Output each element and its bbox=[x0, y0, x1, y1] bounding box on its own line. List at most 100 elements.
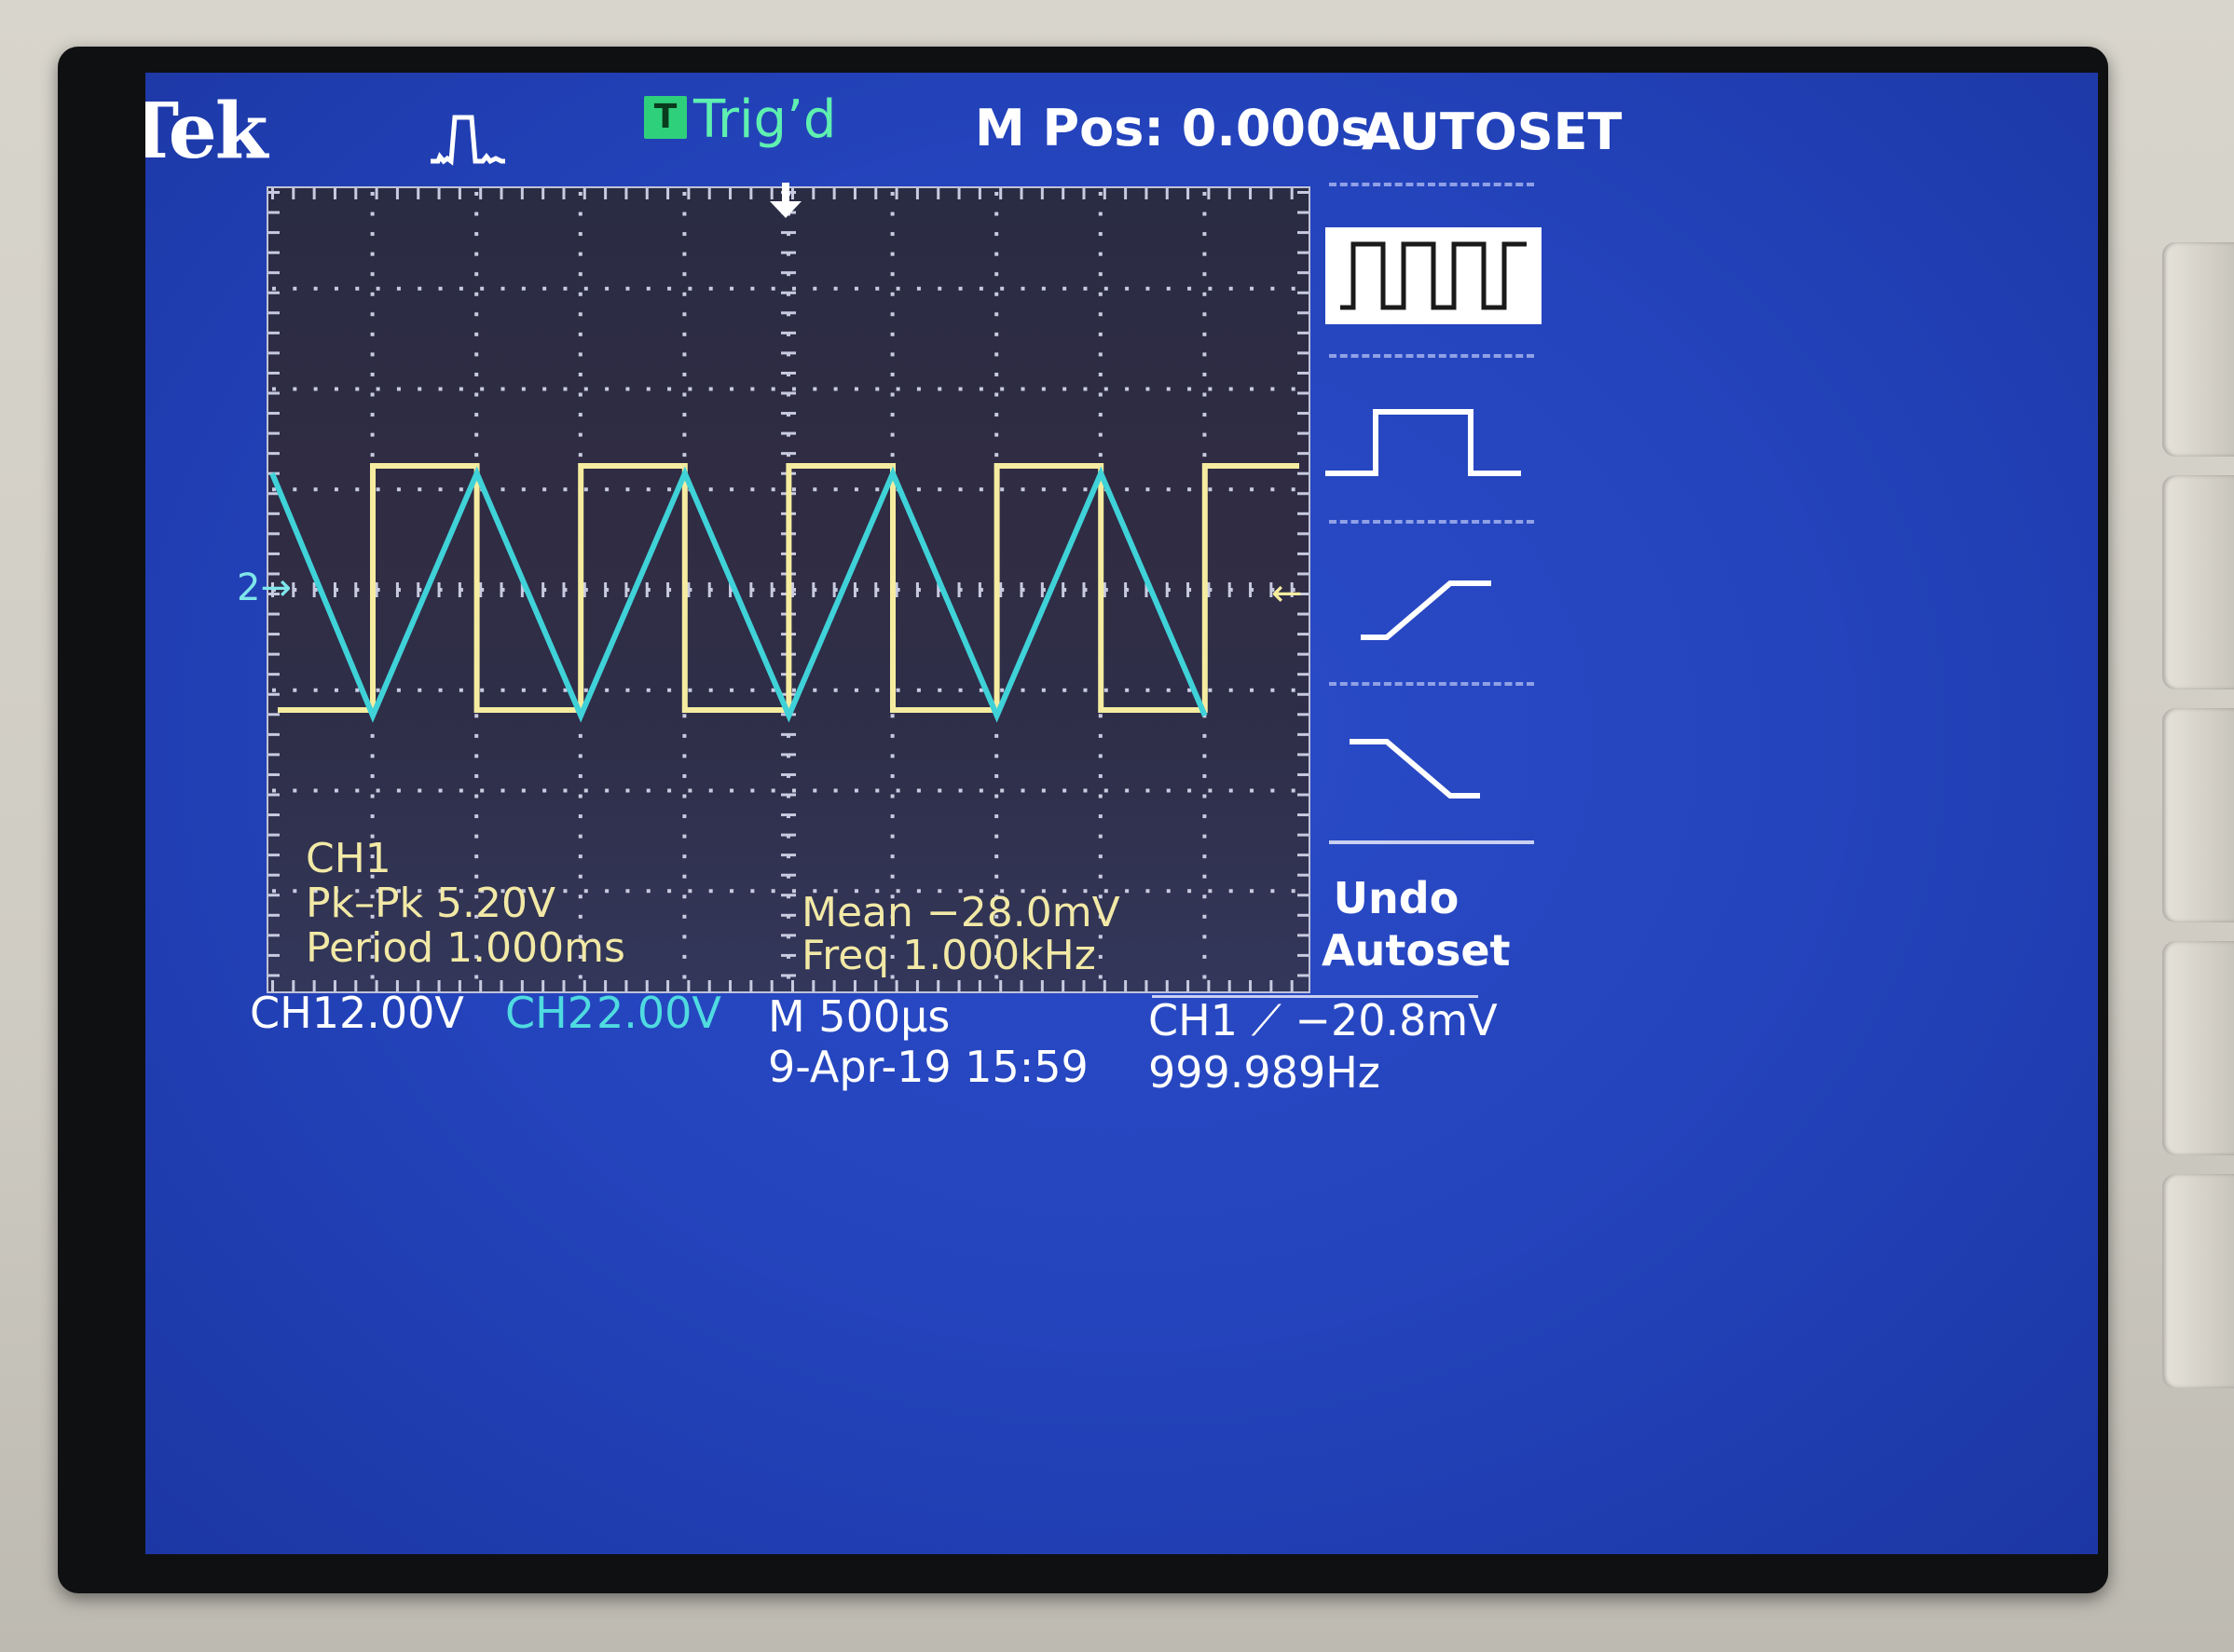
grid-dot bbox=[979, 286, 983, 291]
grid-dot bbox=[474, 413, 479, 417]
grid-dot bbox=[1208, 688, 1213, 692]
center-tick bbox=[781, 271, 796, 275]
border-tick bbox=[292, 188, 295, 199]
option-button-1[interactable] bbox=[2162, 242, 2234, 457]
multi-cycle-square-icon[interactable] bbox=[1325, 227, 1542, 324]
grid-dot bbox=[1098, 754, 1103, 758]
center-tick bbox=[417, 582, 420, 597]
grid-dot bbox=[1202, 894, 1207, 899]
grid-dot bbox=[272, 688, 276, 692]
grid-dot bbox=[1270, 788, 1275, 793]
border-tick bbox=[1297, 833, 1309, 837]
border-tick bbox=[1103, 980, 1106, 991]
border-tick bbox=[1297, 772, 1309, 776]
grid-dot bbox=[1250, 286, 1254, 291]
grid-dot bbox=[1098, 814, 1103, 819]
grid-dot bbox=[370, 794, 375, 799]
grid-dot bbox=[688, 889, 692, 894]
grid-dot bbox=[708, 487, 713, 492]
grid-dot bbox=[994, 834, 999, 839]
border-tick bbox=[978, 188, 981, 199]
grid-dot bbox=[1062, 487, 1067, 492]
grid-dot bbox=[890, 432, 895, 437]
single-pulse-icon[interactable] bbox=[1325, 404, 1521, 479]
border-tick bbox=[1297, 913, 1309, 917]
border-tick bbox=[791, 980, 794, 991]
center-tick bbox=[781, 873, 796, 877]
grid-dot bbox=[833, 286, 838, 291]
grid-dot bbox=[854, 688, 858, 692]
grid-dot bbox=[272, 387, 276, 391]
border-tick bbox=[957, 188, 961, 199]
border-tick bbox=[812, 980, 815, 991]
grid-dot bbox=[418, 487, 422, 492]
border-tick bbox=[479, 188, 483, 199]
rising-edge-icon[interactable] bbox=[1361, 578, 1491, 643]
grid-dot bbox=[1202, 834, 1207, 839]
trigger-readout: CH1 ⟋ −20.8mV bbox=[1148, 995, 1498, 1045]
border-tick bbox=[268, 391, 280, 395]
grid-dot bbox=[583, 286, 588, 291]
grid-dot bbox=[682, 453, 687, 457]
option-button-2[interactable] bbox=[2162, 475, 2234, 689]
grid-dot bbox=[521, 286, 526, 291]
border-tick bbox=[687, 188, 691, 199]
grid-dot bbox=[1098, 292, 1103, 296]
grid-dot bbox=[355, 688, 360, 692]
grid-dot bbox=[334, 688, 338, 692]
grid-dot bbox=[563, 487, 568, 492]
ch2-triangle-wave bbox=[269, 466, 1208, 723]
pk-pk-measurement: Pk–Pk 5.20V bbox=[306, 880, 556, 927]
option-button-5[interactable] bbox=[2162, 1174, 2234, 1388]
grid-dot bbox=[1228, 387, 1233, 391]
center-tick bbox=[604, 582, 608, 597]
grid-dot bbox=[418, 688, 422, 692]
center-tick bbox=[874, 582, 878, 597]
border-tick bbox=[1269, 188, 1273, 199]
grid-dot bbox=[890, 453, 895, 457]
grid-dot bbox=[1098, 975, 1103, 979]
center-tick bbox=[781, 833, 796, 837]
grid-dot bbox=[1098, 432, 1103, 437]
grid-dot bbox=[438, 387, 443, 391]
border-tick bbox=[1103, 188, 1106, 199]
grid-dot bbox=[1098, 413, 1103, 417]
grid-dot bbox=[890, 352, 895, 357]
border-tick bbox=[1297, 532, 1309, 536]
border-tick bbox=[915, 188, 919, 199]
grid-dot bbox=[1166, 889, 1171, 894]
grid-dot bbox=[1098, 392, 1103, 397]
center-tick bbox=[781, 913, 796, 917]
grid-dot bbox=[1270, 387, 1275, 391]
grid-dot bbox=[1098, 773, 1103, 778]
grid-dot bbox=[521, 387, 526, 391]
undo-autoset-button[interactable]: Undo Autoset bbox=[1322, 872, 1511, 976]
border-tick bbox=[1297, 853, 1309, 857]
center-tick bbox=[1062, 582, 1065, 597]
grid-dot bbox=[890, 272, 895, 277]
grid-dot bbox=[667, 788, 672, 793]
graticule-grid bbox=[268, 188, 1309, 991]
grid-dot bbox=[1202, 212, 1207, 216]
border-tick bbox=[268, 251, 280, 254]
option-button-3[interactable] bbox=[2162, 708, 2234, 922]
border-tick bbox=[268, 732, 280, 736]
center-tick bbox=[791, 582, 794, 597]
grid-dot bbox=[854, 487, 858, 492]
grid-dot bbox=[1202, 292, 1207, 296]
grid-dot bbox=[1166, 688, 1171, 692]
falling-edge-icon[interactable] bbox=[1350, 736, 1480, 801]
grid-dot bbox=[1208, 387, 1213, 391]
grid-dot bbox=[1202, 232, 1207, 237]
border-tick bbox=[1297, 231, 1309, 235]
border-tick bbox=[1165, 188, 1169, 199]
border-tick bbox=[1207, 188, 1211, 199]
center-tick bbox=[832, 582, 836, 597]
grid-dot bbox=[890, 252, 895, 256]
grid-dot bbox=[1083, 788, 1088, 793]
grid-dot bbox=[813, 286, 817, 291]
grid-dot bbox=[474, 714, 479, 718]
timebase-readout: M 500µs bbox=[768, 991, 951, 1042]
grid-dot bbox=[1000, 387, 1005, 391]
option-button-4[interactable] bbox=[2162, 941, 2234, 1155]
